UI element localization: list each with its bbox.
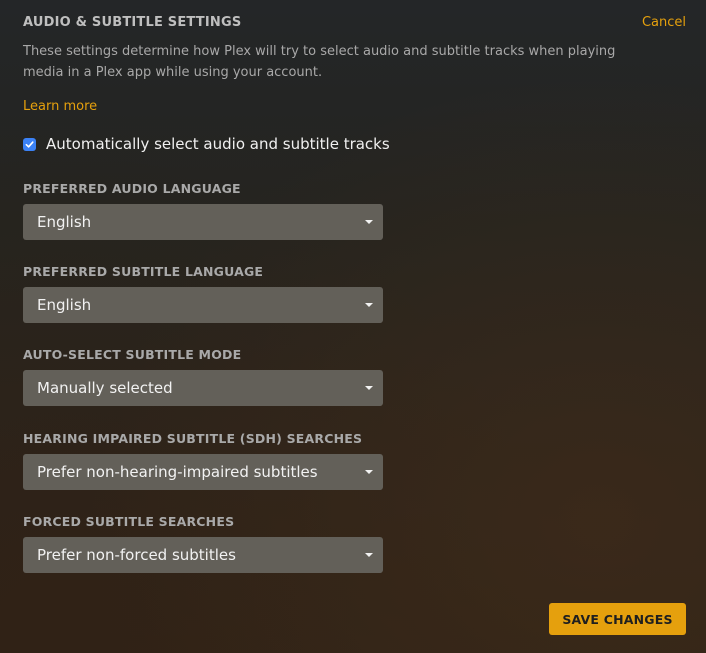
preferred-audio-language-select[interactable]: English: [23, 204, 383, 240]
select-value: English: [37, 213, 92, 231]
forced-subtitle-searches-select[interactable]: Prefer non-forced subtitles: [23, 537, 383, 573]
page-title: AUDIO & SUBTITLE SETTINGS: [23, 15, 242, 30]
auto-select-subtitle-mode-label: AUTO-SELECT SUBTITLE MODE: [23, 347, 242, 362]
select-value: Prefer non-hearing-impaired subtitles: [37, 463, 318, 481]
forced-subtitle-searches-label: FORCED SUBTITLE SEARCHES: [23, 514, 235, 529]
cancel-link[interactable]: Cancel: [642, 15, 686, 30]
check-icon: [25, 140, 34, 148]
select-value: English: [37, 296, 92, 314]
auto-select-row[interactable]: Automatically select audio and subtitle …: [23, 135, 390, 153]
save-changes-button[interactable]: SAVE CHANGES: [549, 603, 686, 635]
caret-down-icon: [365, 220, 373, 224]
preferred-subtitle-language-label: PREFERRED SUBTITLE LANGUAGE: [23, 264, 264, 279]
caret-down-icon: [365, 470, 373, 474]
auto-select-checkbox[interactable]: [23, 137, 36, 151]
audio-subtitle-settings-panel: AUDIO & SUBTITLE SETTINGS Cancel These s…: [0, 0, 706, 653]
auto-select-subtitle-mode-select[interactable]: Manually selected: [23, 370, 383, 406]
caret-down-icon: [365, 386, 373, 390]
sdh-searches-select[interactable]: Prefer non-hearing-impaired subtitles: [23, 454, 383, 490]
auto-select-label: Automatically select audio and subtitle …: [46, 135, 390, 153]
learn-more-link[interactable]: Learn more: [23, 99, 97, 114]
select-value: Manually selected: [37, 379, 173, 397]
preferred-subtitle-language-select[interactable]: English: [23, 287, 383, 323]
caret-down-icon: [365, 303, 373, 307]
sdh-searches-label: HEARING IMPAIRED SUBTITLE (SDH) SEARCHES: [23, 431, 363, 446]
select-value: Prefer non-forced subtitles: [37, 546, 236, 564]
preferred-audio-language-label: PREFERRED AUDIO LANGUAGE: [23, 181, 241, 196]
settings-description: These settings determine how Plex will t…: [23, 44, 616, 80]
caret-down-icon: [365, 553, 373, 557]
